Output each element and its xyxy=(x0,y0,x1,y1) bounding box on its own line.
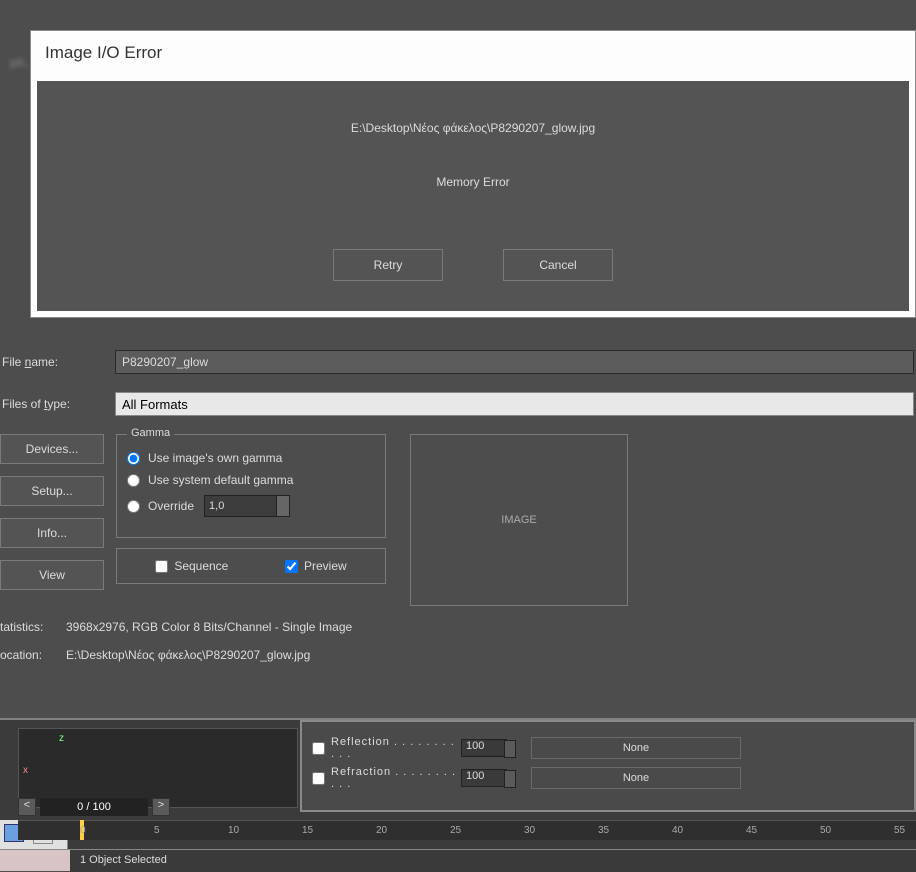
x-axis-icon: x xyxy=(23,765,28,776)
gamma-override-radio-input[interactable] xyxy=(127,500,140,513)
refraction-label: Refraction . . . . . . . . . . . xyxy=(331,766,461,790)
view-button[interactable]: View xyxy=(0,560,104,590)
devices-button[interactable]: Devices... xyxy=(0,434,104,464)
sequence-checkbox-input[interactable] xyxy=(155,560,168,573)
file-open-panel: File name: Files of type: All Formats De… xyxy=(0,350,916,662)
location-label: ocation: xyxy=(0,648,66,662)
reflection-label: Reflection . . . . . . . . . . . xyxy=(331,736,461,760)
statistics-value: 3968x2976, RGB Color 8 Bits/Channel - Si… xyxy=(66,620,352,634)
app-bottom-area: z x Reflection . . . . . . . . . . . 100… xyxy=(0,718,916,871)
frame-display[interactable]: 0 / 100 xyxy=(40,798,148,816)
material-maps-panel: Reflection . . . . . . . . . . . 100 Non… xyxy=(300,720,916,812)
filetype-label: Files of type: xyxy=(0,397,115,411)
image-io-error-dialog: Image I/O Error E:\Desktop\Νέος φάκελος\… xyxy=(30,30,916,318)
cancel-button[interactable]: Cancel xyxy=(503,249,613,281)
frame-slider-controls: < 0 / 100 > xyxy=(18,798,170,816)
sequence-checkbox[interactable]: Sequence xyxy=(155,559,228,573)
filename-label: File name: xyxy=(0,355,115,369)
preview-checkbox-input[interactable] xyxy=(285,560,298,573)
mini-viewport[interactable]: z x xyxy=(18,728,298,808)
info-button[interactable]: Info... xyxy=(0,518,104,548)
gamma-own-radio[interactable]: Use image's own gamma xyxy=(127,451,375,465)
statistics-label: tatistics: xyxy=(0,620,66,634)
refraction-map-button[interactable]: None xyxy=(531,767,741,789)
dialog-title: Image I/O Error xyxy=(31,31,915,75)
refraction-map-checkbox[interactable] xyxy=(312,772,325,785)
filetype-combo[interactable]: All Formats xyxy=(115,392,914,416)
next-frame-button[interactable]: > xyxy=(152,798,170,816)
retry-button[interactable]: Retry xyxy=(333,249,443,281)
reflection-amount-spinner[interactable]: 100 xyxy=(461,739,507,757)
gamma-group: Gamma Use image's own gamma Use system d… xyxy=(116,434,386,538)
gamma-system-radio[interactable]: Use system default gamma xyxy=(127,473,375,487)
error-message: Memory Error xyxy=(57,175,889,189)
status-bar: 1 Object Selected xyxy=(0,849,916,871)
prev-frame-button[interactable]: < xyxy=(18,798,36,816)
location-value: E:\Desktop\Νέος φάκελος\P8290207_glow.jp… xyxy=(66,648,310,662)
timeline-ruler[interactable]: 0 5 10 15 20 25 30 35 40 45 50 55 xyxy=(18,820,916,840)
sequence-preview-group: Sequence Preview xyxy=(116,548,386,584)
status-text: 1 Object Selected xyxy=(70,850,916,872)
reflection-map-checkbox[interactable] xyxy=(312,742,325,755)
gamma-override-spinner[interactable]: 1,0 xyxy=(204,495,290,517)
refraction-amount-spinner[interactable]: 100 xyxy=(461,769,507,787)
preview-checkbox[interactable]: Preview xyxy=(285,559,347,573)
image-preview-box: IMAGE xyxy=(410,434,628,606)
z-axis-icon: z xyxy=(59,733,64,744)
filename-input[interactable] xyxy=(115,350,914,374)
dialog-body: E:\Desktop\Νέος φάκελος\P8290207_glow.jp… xyxy=(37,81,909,311)
setup-button[interactable]: Setup... xyxy=(0,476,104,506)
gamma-own-radio-input[interactable] xyxy=(127,452,140,465)
error-file-path: E:\Desktop\Νέος φάκελος\P8290207_glow.jp… xyxy=(57,121,889,135)
gamma-system-radio-input[interactable] xyxy=(127,474,140,487)
reflection-map-button[interactable]: None xyxy=(531,737,741,759)
gamma-legend: Gamma xyxy=(127,427,174,439)
gamma-override-radio[interactable]: Override 1,0 xyxy=(127,495,375,517)
